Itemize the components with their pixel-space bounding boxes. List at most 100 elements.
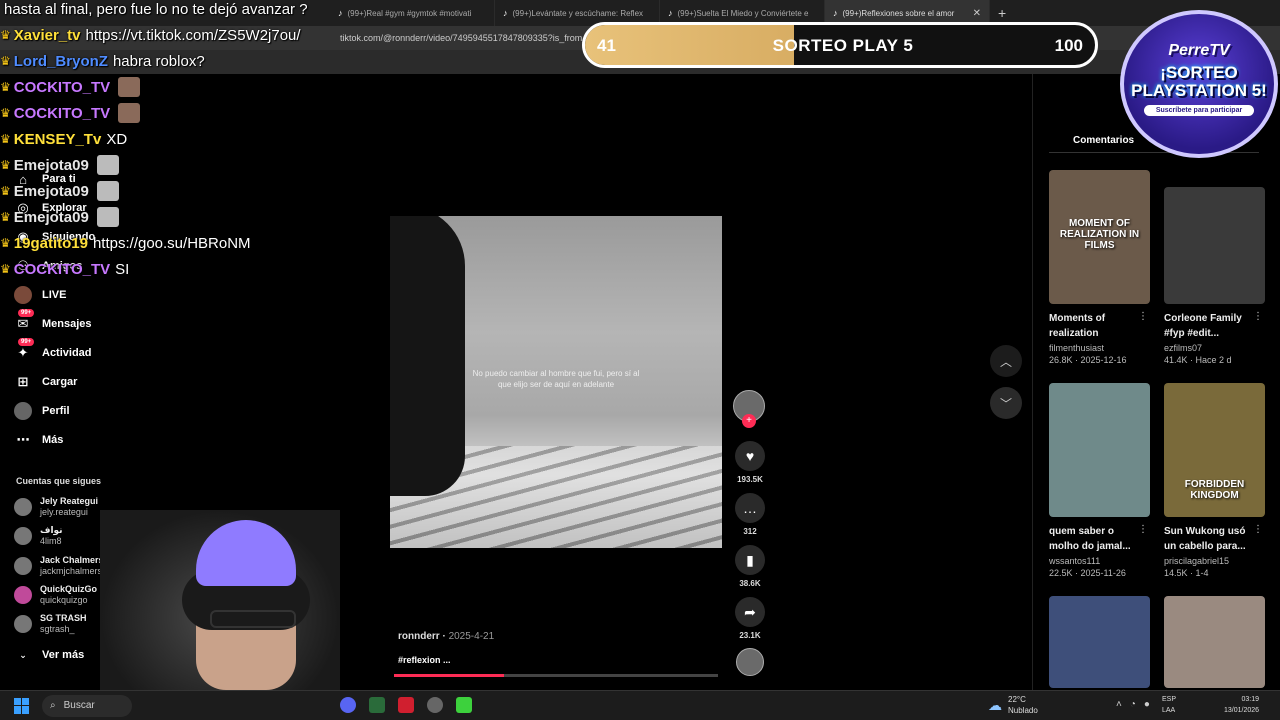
- previous-video-button[interactable]: ︿: [990, 345, 1022, 377]
- url-field[interactable]: tiktok.com/@ronnderr/video/7495945517847…: [340, 33, 619, 43]
- logo-brand: PerreTV: [1168, 42, 1230, 59]
- sidebar-item-live[interactable]: LIVE: [14, 286, 66, 304]
- tiktok-icon: ♪: [338, 8, 343, 18]
- account-handle: quickquizgo: [40, 595, 88, 605]
- search-icon: ⌕: [50, 700, 56, 711]
- video-thumbnail[interactable]: [1049, 383, 1150, 517]
- logo-cta: Suscríbete para participar: [1144, 105, 1254, 116]
- following-account[interactable]: QuickQuizGo quickquizgo: [14, 584, 97, 606]
- video-player[interactable]: No puedo cambiar al hombre que fui, pero…: [390, 216, 722, 548]
- video-hashtag[interactable]: #reflexion ...: [398, 655, 451, 665]
- app-green-icon[interactable]: [456, 697, 472, 713]
- account-name: SG TRASH: [40, 613, 87, 623]
- following-account[interactable]: نواف 4lim8: [14, 525, 63, 547]
- card-author[interactable]: priscilagabriel15: [1164, 556, 1265, 566]
- chevron-up-icon: ︿: [999, 354, 1012, 369]
- sidebar-item-mas[interactable]: ⋯ Más: [14, 431, 64, 449]
- app-icon[interactable]: [369, 697, 385, 713]
- like-button[interactable]: ♥ 193.5K: [734, 441, 766, 484]
- wifi-icon[interactable]: ◔: [1130, 699, 1144, 710]
- chat-message: ♛ COCKITO_TV: [0, 74, 301, 100]
- card-author[interactable]: filmenthusiast: [1049, 343, 1150, 353]
- video-thumbnail[interactable]: [1049, 596, 1150, 688]
- chat-message: ♛ Emejota09: [0, 152, 301, 178]
- save-button[interactable]: ▮ 38.6K: [734, 545, 766, 588]
- video-progress-bar[interactable]: [394, 674, 718, 677]
- new-tab-button[interactable]: +: [998, 5, 1006, 21]
- video-thumbnail[interactable]: MOMENT OF REALIZATION IN FILMS: [1049, 170, 1150, 304]
- more-options-icon[interactable]: ⋮: [1253, 524, 1263, 535]
- following-account[interactable]: Jely Reategui jely.reategui: [14, 496, 98, 518]
- chat-text: hasta al final, pero fue lo no te dejó a…: [4, 0, 308, 18]
- keyboard-layout: LAA: [1162, 707, 1176, 714]
- tab-comentarios[interactable]: Comentarios: [1073, 135, 1134, 146]
- logo-line: PLAYSTATION 5!: [1131, 81, 1267, 100]
- related-video-card[interactable]: [1049, 596, 1150, 688]
- discord-icon[interactable]: [340, 697, 356, 713]
- video-thumbnail[interactable]: FORBIDDEN KINGDOM: [1164, 383, 1265, 517]
- following-account[interactable]: SG TRASH sgtrash_: [14, 613, 87, 635]
- video-author[interactable]: ronnderr · 2025-4-21: [398, 631, 494, 642]
- system-tray[interactable]: ˄◔●: [1116, 699, 1158, 710]
- avatar: [14, 527, 32, 545]
- comment-button[interactable]: … 312: [734, 493, 766, 536]
- author-avatar-button[interactable]: +: [733, 390, 765, 428]
- video-thumbnail[interactable]: [1164, 187, 1265, 304]
- avatar: [14, 498, 32, 516]
- weather-widget[interactable]: ☁ 22°C Nublado: [988, 694, 1038, 716]
- share-icon: ➦: [735, 597, 765, 627]
- sidebar-item-label: Perfil: [42, 405, 70, 417]
- video-scene-figure: [390, 216, 465, 496]
- see-more-button[interactable]: ⌄ Ver más: [14, 646, 84, 664]
- close-tab-icon[interactable]: ✕: [973, 8, 981, 19]
- video-thumbnail[interactable]: [1164, 596, 1265, 688]
- tiktok-icon: ♪: [503, 8, 508, 18]
- mic-icon[interactable]: ●: [1144, 699, 1158, 710]
- related-video-card[interactable]: ⋮ Corleone Family #fyp #edit... ezfilms07…: [1164, 187, 1265, 365]
- card-title: Moments of realization: [1049, 311, 1139, 341]
- tab-label: (99+)Suelta El Miedo y Conviértete e: [677, 8, 809, 18]
- chat-username: COCKITO_TV: [13, 260, 111, 278]
- card-title-line: un cabello para...: [1164, 541, 1246, 552]
- card-title: quem saber o molho do jamal...: [1049, 524, 1139, 554]
- card-title-line: Moments of: [1049, 313, 1106, 324]
- card-author[interactable]: wssantos111: [1049, 556, 1150, 566]
- taskbar-clock[interactable]: 03:19 13/01/2026: [1224, 694, 1259, 716]
- related-video-card[interactable]: [1164, 596, 1265, 688]
- related-video-card[interactable]: FORBIDDEN KINGDOM ⋮ Sun Wukong usó un cab…: [1164, 383, 1265, 578]
- share-count: 23.1K: [739, 631, 761, 640]
- card-author[interactable]: ezfilms07: [1164, 343, 1265, 353]
- sidebar-item-actividad[interactable]: ✦ 99+ Actividad: [14, 338, 92, 362]
- more-options-icon[interactable]: ⋮: [1138, 524, 1148, 535]
- windows-start-icon[interactable]: [14, 697, 30, 714]
- webcam-glasses: [210, 610, 296, 628]
- taskbar-search[interactable]: ⌕ Buscar: [42, 694, 132, 717]
- chevron-up-icon[interactable]: ˄: [1116, 699, 1130, 710]
- raffle-goal-count: 100: [1054, 36, 1083, 55]
- language-indicator[interactable]: ESP LAA: [1162, 694, 1176, 716]
- crown-badge-icon: ♛: [0, 106, 11, 120]
- sidebar-item-label: Cargar: [42, 376, 78, 388]
- sound-avatar[interactable]: [734, 648, 766, 676]
- more-icon: ⋯: [16, 432, 30, 447]
- sidebar-item-cargar[interactable]: ⊞ Cargar: [14, 373, 78, 391]
- cloud-icon: ☁: [988, 696, 1002, 713]
- crown-badge-icon: ♛: [0, 132, 11, 146]
- more-options-icon[interactable]: ⋮: [1253, 311, 1263, 322]
- related-video-card[interactable]: ⋮ quem saber o molho do jamal... wssantos…: [1049, 383, 1150, 578]
- follow-plus-icon[interactable]: +: [742, 414, 756, 428]
- browser-tab[interactable]: ♪ (99+)Real #gym #gymtok #motivati: [330, 0, 495, 26]
- following-account[interactable]: Jack Chalmers jackmjchalmers: [14, 555, 104, 577]
- app-red-icon[interactable]: [398, 697, 414, 713]
- obs-icon[interactable]: [427, 697, 443, 713]
- author-name[interactable]: ronnderr: [398, 631, 440, 642]
- chat-message: ♛ Emejota09: [0, 178, 301, 204]
- share-button[interactable]: ➦ 23.1K: [734, 597, 766, 640]
- crown-badge-icon: ♛: [0, 80, 11, 94]
- more-options-icon[interactable]: ⋮: [1138, 311, 1148, 322]
- heart-icon: ♥: [735, 441, 765, 471]
- related-video-card[interactable]: MOMENT OF REALIZATION IN FILMS ⋮ Moments…: [1049, 170, 1150, 365]
- next-video-button[interactable]: ﹀: [990, 387, 1022, 419]
- sidebar-item-perfil[interactable]: Perfil: [14, 402, 70, 420]
- sidebar-item-mensajes[interactable]: ✉ 99+ Mensajes: [14, 309, 92, 333]
